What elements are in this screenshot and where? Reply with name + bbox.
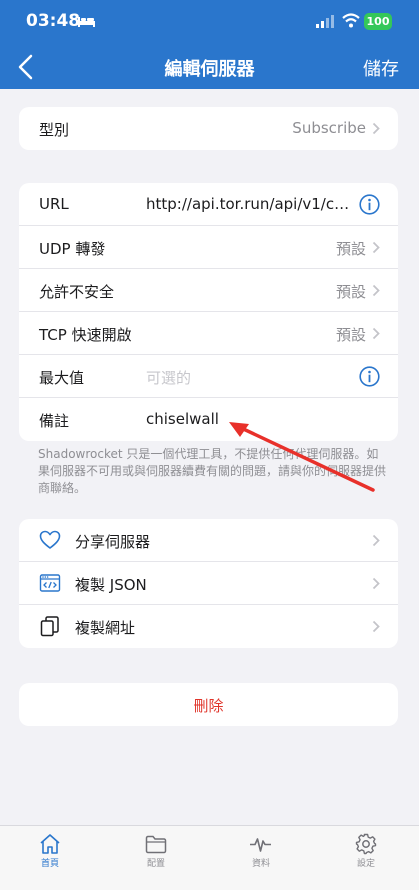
info-icon[interactable] <box>359 194 380 215</box>
tab-bar: 首頁 配置 資料 設定 <box>0 825 419 890</box>
max-row: 最大值 可選的 <box>19 355 398 398</box>
activity-icon <box>250 838 271 852</box>
type-label: 型別 <box>39 121 70 139</box>
details-card: URL http://api.tor.run/api/v1/client/sub… <box>19 183 398 441</box>
save-button[interactable]: 儲存 <box>363 55 399 81</box>
info-icon[interactable] <box>359 366 380 387</box>
tab-config-label: 配置 <box>146 859 165 869</box>
tcp-fast-open-label: TCP 快速開啟 <box>39 326 132 344</box>
bed-icon <box>78 17 95 27</box>
udp-value: 預設 <box>335 240 366 258</box>
remark-input[interactable]: chiselwall <box>146 410 219 428</box>
folder-icon <box>145 835 167 854</box>
tcp-fast-open-value: 預設 <box>335 326 366 344</box>
delete-label: 刪除 <box>193 697 224 715</box>
copy-url-row[interactable]: 複製網址 <box>19 605 398 648</box>
wifi-icon <box>342 13 360 28</box>
chevron-right-icon <box>372 620 380 633</box>
max-label: 最大值 <box>39 369 85 387</box>
remark-row: 備註 chiselwall <box>19 398 398 441</box>
max-input[interactable]: 可選的 <box>146 367 191 388</box>
signal-icon <box>316 15 334 28</box>
type-value: Subscribe <box>292 119 366 137</box>
tab-home[interactable]: 首頁 <box>20 826 80 886</box>
tab-data[interactable]: 資料 <box>231 826 291 886</box>
status-bar: 03:48 100 <box>0 0 419 44</box>
page-title: 編輯伺服器 <box>164 59 255 80</box>
tcp-fast-open-row[interactable]: TCP 快速開啟 預設 <box>19 312 398 355</box>
chevron-right-icon <box>372 534 380 547</box>
copy-url-label: 複製網址 <box>75 619 136 637</box>
insecure-value: 預設 <box>335 283 366 301</box>
home-icon <box>40 834 60 854</box>
insecure-label: 允許不安全 <box>39 283 115 301</box>
share-server-label: 分享伺服器 <box>75 533 151 551</box>
tab-data-label: 資料 <box>251 859 270 869</box>
type-row[interactable]: 型別 Subscribe <box>19 107 398 150</box>
copy-json-row[interactable]: 複製 JSON <box>19 562 398 605</box>
actions-card: 分享伺服器 複製 JSON 複製網址 <box>19 519 398 648</box>
tab-config[interactable]: 配置 <box>126 826 186 886</box>
tab-home-label: 首頁 <box>40 859 59 869</box>
udp-label: UDP 轉發 <box>39 240 106 258</box>
chevron-right-icon <box>372 327 380 340</box>
copy-icon <box>40 616 59 637</box>
chevron-right-icon <box>372 284 380 297</box>
tab-settings[interactable]: 設定 <box>336 826 396 886</box>
heart-icon <box>39 530 61 549</box>
share-server-row[interactable]: 分享伺服器 <box>19 519 398 562</box>
remark-label: 備註 <box>39 412 70 430</box>
delete-button[interactable]: 刪除 <box>19 683 398 726</box>
chevron-right-icon <box>372 577 380 590</box>
chevron-right-icon <box>372 122 380 135</box>
insecure-row[interactable]: 允許不安全 預設 <box>19 269 398 312</box>
udp-row[interactable]: UDP 轉發 預設 <box>19 226 398 269</box>
status-time: 03:48 <box>26 11 81 31</box>
tab-settings-label: 設定 <box>356 859 375 869</box>
battery-indicator: 100 <box>364 13 392 30</box>
copy-json-label: 複製 JSON <box>75 576 147 594</box>
code-icon <box>39 574 61 592</box>
gear-icon <box>355 833 377 855</box>
back-button[interactable] <box>14 53 38 81</box>
nav-bar: 編輯伺服器 儲存 <box>0 44 419 89</box>
type-card: 型別 Subscribe <box>19 107 398 150</box>
disclaimer-text: Shadowrocket 只是一個代理工具，不提供任何代理伺服器。如果伺服器不可… <box>38 447 387 495</box>
chevron-right-icon <box>372 241 380 254</box>
url-row[interactable]: URL http://api.tor.run/api/v1/client/sub… <box>19 183 398 226</box>
url-label: URL <box>39 195 69 213</box>
url-value[interactable]: http://api.tor.run/api/v1/client/subscri… <box>146 195 351 213</box>
